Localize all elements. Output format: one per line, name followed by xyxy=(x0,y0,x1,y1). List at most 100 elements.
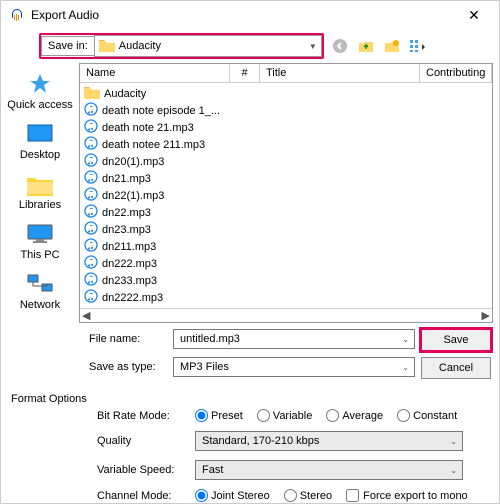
col-hash[interactable]: # xyxy=(230,64,260,82)
place-quick-access[interactable]: Quick access xyxy=(5,67,75,115)
save-in-combo[interactable]: Audacity ▼ xyxy=(94,35,322,57)
audio-file-icon xyxy=(84,170,98,187)
save-as-type-combo[interactable]: MP3 Files ⌄ xyxy=(173,357,415,377)
filename-input[interactable]: untitled.mp3 ⌄ xyxy=(173,329,415,349)
file-name: death notee 211.mp3 xyxy=(102,139,205,151)
file-name: dn20(1).mp3 xyxy=(102,156,164,168)
list-item[interactable]: dn23.mp3 xyxy=(80,221,492,238)
file-name: dn222.mp3 xyxy=(102,258,157,270)
place-libraries[interactable]: Libraries xyxy=(5,167,75,215)
chevron-down-icon: ⌄ xyxy=(450,466,457,475)
col-title[interactable]: Title xyxy=(260,64,420,82)
audio-file-icon xyxy=(84,238,98,255)
bitrate-label: Bit Rate Mode: xyxy=(97,410,187,422)
place-this-pc[interactable]: This PC xyxy=(5,217,75,265)
audio-file-icon xyxy=(84,204,98,221)
bitrate-group: Preset Variable Average Constant xyxy=(195,409,457,422)
chevron-down-icon: ⌄ xyxy=(402,335,409,344)
places-bar: Quick access Desktop Libraries This PC N… xyxy=(1,63,79,323)
channel-joint[interactable]: Joint Stereo xyxy=(195,489,270,502)
list-item[interactable]: dn222.mp3 xyxy=(80,255,492,272)
audio-file-icon xyxy=(84,272,98,289)
speed-label: Variable Speed: xyxy=(97,464,187,476)
file-name: dn211.mp3 xyxy=(102,241,156,253)
place-desktop[interactable]: Desktop xyxy=(5,117,75,165)
save-button[interactable]: Save xyxy=(421,329,491,351)
save-in-highlight: Save in: Audacity ▼ xyxy=(39,33,324,59)
file-name: dn22(1).mp3 xyxy=(102,190,164,202)
file-list-body[interactable]: Audacity death note episode 1_...death no… xyxy=(80,83,492,308)
list-item[interactable]: dn20(1).mp3 xyxy=(80,153,492,170)
libraries-icon xyxy=(5,171,75,199)
new-folder-icon[interactable] xyxy=(382,36,402,56)
quality-label: Quality xyxy=(97,435,187,447)
toolbar: Save in: Audacity ▼ xyxy=(1,29,499,63)
cancel-button[interactable]: Cancel xyxy=(421,357,491,379)
list-item[interactable]: death notee 211.mp3 xyxy=(80,136,492,153)
save-in-label: Save in: xyxy=(41,36,94,56)
up-folder-icon[interactable] xyxy=(356,36,376,56)
bitrate-preset[interactable]: Preset xyxy=(195,409,243,422)
list-item[interactable]: dn233.mp3 xyxy=(80,272,492,289)
quality-combo[interactable]: Standard, 170-210 kbps ⌄ xyxy=(195,431,463,451)
file-name: Audacity xyxy=(104,88,146,100)
list-item[interactable]: death note episode 1_... xyxy=(80,102,492,119)
audio-file-icon xyxy=(84,153,98,170)
save-as-type-label: Save as type: xyxy=(89,361,165,373)
chevron-down-icon: ⌄ xyxy=(450,437,457,446)
chevron-down-icon: ▼ xyxy=(309,42,317,51)
speed-combo[interactable]: Fast ⌄ xyxy=(195,460,463,480)
channel-label: Channel Mode: xyxy=(97,490,187,502)
bitrate-average[interactable]: Average xyxy=(326,409,383,422)
filename-label: File name: xyxy=(89,333,165,345)
file-list: Name # Title Contributing Audacity death … xyxy=(79,63,493,323)
folder-icon xyxy=(99,38,115,55)
audio-file-icon xyxy=(84,221,98,238)
audio-file-icon xyxy=(84,136,98,153)
file-name: death note episode 1_... xyxy=(102,105,220,117)
network-icon xyxy=(5,271,75,299)
audio-file-icon xyxy=(84,187,98,204)
place-network[interactable]: Network xyxy=(5,267,75,315)
chevron-down-icon: ⌄ xyxy=(402,363,409,372)
list-item[interactable]: Audacity xyxy=(80,85,492,102)
list-item[interactable]: dn22(1).mp3 xyxy=(80,187,492,204)
file-name: dn22.mp3 xyxy=(102,207,151,219)
list-item[interactable]: dn22.mp3 xyxy=(80,204,492,221)
file-name: dn233.mp3 xyxy=(102,275,157,287)
back-icon[interactable] xyxy=(330,36,350,56)
save-in-value: Audacity xyxy=(119,40,161,52)
channel-group: Joint Stereo Stereo Force export to mono xyxy=(195,489,468,502)
titlebar: Export Audio ✕ xyxy=(1,1,499,29)
file-name: dn23.mp3 xyxy=(102,224,151,236)
window-title: Export Audio xyxy=(31,8,457,22)
this-pc-icon xyxy=(5,221,75,249)
audio-file-icon xyxy=(84,289,98,306)
horizontal-scrollbar[interactable]: ◀▶ xyxy=(80,308,492,322)
audio-file-icon xyxy=(84,102,98,119)
col-contrib[interactable]: Contributing xyxy=(420,64,492,82)
desktop-icon xyxy=(5,121,75,149)
col-name[interactable]: Name xyxy=(80,64,230,82)
audio-file-icon xyxy=(84,119,98,136)
audacity-icon xyxy=(9,7,25,23)
file-name: death note 21.mp3 xyxy=(102,122,194,134)
list-item[interactable]: dn211.mp3 xyxy=(80,238,492,255)
format-options: Bit Rate Mode: Preset Variable Average C… xyxy=(1,409,499,502)
audio-file-icon xyxy=(84,255,98,272)
file-list-header: Name # Title Contributing xyxy=(80,64,492,83)
list-item[interactable]: dn21.mp3 xyxy=(80,170,492,187)
format-options-title: Format Options xyxy=(1,385,499,409)
file-name: dn21.mp3 xyxy=(102,173,151,185)
list-item[interactable]: death note 21.mp3 xyxy=(80,119,492,136)
close-icon[interactable]: ✕ xyxy=(457,7,491,24)
quick-access-icon xyxy=(5,71,75,99)
channel-stereo[interactable]: Stereo xyxy=(284,489,332,502)
bitrate-constant[interactable]: Constant xyxy=(397,409,457,422)
folder-icon xyxy=(84,85,100,102)
force-mono-checkbox[interactable]: Force export to mono xyxy=(346,489,468,502)
list-item[interactable]: dn2222.mp3 xyxy=(80,289,492,306)
file-name: dn2222.mp3 xyxy=(102,292,163,304)
bitrate-variable[interactable]: Variable xyxy=(257,409,313,422)
view-menu-icon[interactable] xyxy=(408,36,428,56)
